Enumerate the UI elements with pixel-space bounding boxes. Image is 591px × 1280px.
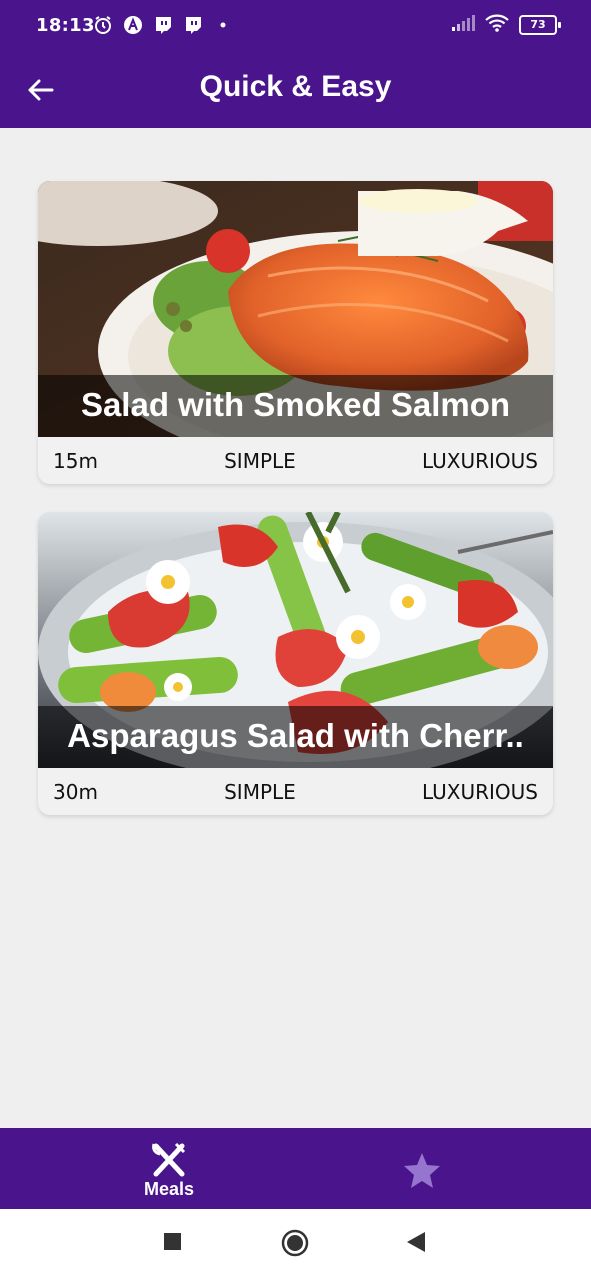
- meal-card[interactable]: Salad with Smoked Salmon 15m SIMPLE LUXU…: [38, 181, 553, 484]
- triangle-back-icon: [407, 1232, 425, 1252]
- meal-meta: 15m SIMPLE LUXURIOUS: [38, 437, 553, 484]
- home-button[interactable]: [281, 1229, 309, 1261]
- fork-knife-icon: [152, 1142, 186, 1177]
- status-bar: 18:13 73: [0, 0, 591, 56]
- star-icon: [404, 1153, 440, 1188]
- meal-title-overlay: Asparagus Salad with Cherr..: [38, 706, 553, 768]
- circle-icon: [281, 1229, 309, 1257]
- meal-image-salmon: Salad with Smoked Salmon: [38, 181, 553, 437]
- alarm-icon: [92, 14, 114, 36]
- battery-icon: 73: [519, 15, 561, 35]
- app-bar: Quick & Easy: [0, 56, 591, 128]
- square-icon: [164, 1233, 181, 1250]
- meal-image-asparagus: Asparagus Salad with Cherr..: [38, 512, 553, 768]
- page-title: Quick & Easy: [199, 70, 392, 103]
- nav-item-meals[interactable]: Meals: [99, 1128, 239, 1209]
- bottom-navigation: Meals: [0, 1128, 591, 1209]
- signal-icon: [451, 15, 475, 35]
- status-time: 18:13: [36, 15, 95, 36]
- back-nav-button[interactable]: [405, 1231, 427, 1257]
- meal-complexity: SIMPLE: [224, 779, 296, 804]
- meal-title: Salad with Smoked Salmon: [80, 386, 511, 423]
- dot-icon: [212, 14, 234, 36]
- status-notification-icons: [92, 14, 234, 36]
- wifi-icon: [485, 14, 509, 36]
- meal-affordability: LUXURIOUS: [421, 448, 538, 473]
- nav-item-favorites[interactable]: [352, 1128, 492, 1209]
- meal-duration: 30m: [53, 779, 98, 804]
- meal-title-overlay: Salad with Smoked Salmon: [38, 375, 553, 437]
- a-icon: [122, 14, 144, 36]
- meal-affordability: LUXURIOUS: [421, 779, 538, 804]
- status-system-icons: 73: [451, 14, 561, 36]
- meal-meta: 30m SIMPLE LUXURIOUS: [38, 768, 553, 815]
- system-navigation-bar: [0, 1209, 591, 1280]
- twitch-icon: [152, 14, 174, 36]
- nav-label-meals: Meals: [143, 1179, 195, 1199]
- twitch-icon: [182, 14, 204, 36]
- meal-card[interactable]: Asparagus Salad with Cherr.. 30m SIMPLE …: [38, 512, 553, 815]
- recents-button[interactable]: [163, 1231, 183, 1255]
- meal-complexity: SIMPLE: [224, 448, 296, 473]
- meal-list: Salad with Smoked Salmon 15m SIMPLE LUXU…: [38, 181, 553, 843]
- meal-title: Asparagus Salad with Cherr..: [67, 717, 524, 754]
- meal-duration: 15m: [53, 448, 98, 473]
